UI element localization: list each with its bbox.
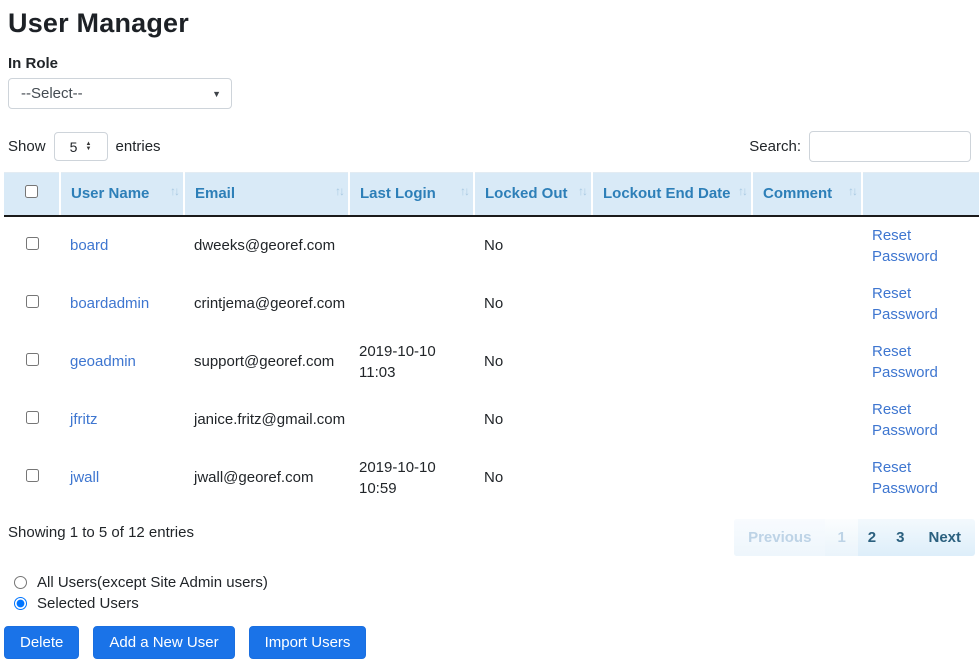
import-users-button[interactable]: Import Users — [249, 626, 367, 659]
email-cell: support@georef.com — [184, 333, 349, 391]
reset-password-link[interactable]: Reset Password — [872, 459, 938, 497]
search-control: Search: — [749, 131, 971, 162]
locked-out-cell: No — [474, 449, 592, 507]
table-header-row: User Name ↑↓ Email ↑↓ Last Login ↑↓ Lock… — [4, 173, 979, 216]
reset-password-link[interactable]: Reset Password — [872, 401, 938, 439]
header-select-all-cell — [4, 173, 60, 216]
sort-icon: ↑↓ — [170, 183, 178, 200]
role-select[interactable]: --Select-- ▼ — [8, 78, 232, 109]
comment-cell — [752, 275, 862, 333]
lockout-end-date-cell — [592, 449, 752, 507]
lockout-end-date-cell — [592, 391, 752, 449]
row-checkbox[interactable] — [26, 237, 39, 250]
delete-button[interactable]: Delete — [4, 626, 79, 659]
page-length-value: 5 — [70, 139, 78, 155]
page-length-select[interactable]: 5 ▲▼ — [54, 132, 108, 161]
reset-password-link[interactable]: Reset Password — [872, 227, 938, 265]
select-all-checkbox[interactable] — [25, 185, 38, 198]
comment-cell — [752, 333, 862, 391]
pagination-page-1[interactable]: 1 — [825, 519, 857, 556]
locked-out-cell: No — [474, 391, 592, 449]
pagination-page-2[interactable]: 2 — [858, 519, 886, 556]
table-toolbar: Show 5 ▲▼ entries Search: — [4, 131, 975, 162]
email-cell: crintjema@georef.com — [184, 275, 349, 333]
length-prefix: Show — [8, 138, 46, 155]
pagination-next[interactable]: Next — [914, 519, 975, 556]
column-header-user-name[interactable]: User Name ↑↓ — [60, 173, 184, 216]
search-input[interactable] — [809, 131, 971, 162]
selected-users-radio[interactable] — [14, 597, 27, 610]
role-select-value: --Select-- — [21, 85, 83, 102]
table-footer: Showing 1 to 5 of 12 entries Previous 1 … — [4, 519, 975, 556]
sort-icon: ↑↓ — [848, 183, 856, 200]
row-checkbox[interactable] — [26, 469, 39, 482]
user-name-link[interactable]: jfritz — [70, 411, 98, 428]
sort-icon: ↑↓ — [578, 183, 586, 200]
sort-icon: ↑↓ — [460, 183, 468, 200]
locked-out-cell: No — [474, 216, 592, 275]
all-users-radio[interactable] — [14, 576, 27, 589]
row-checkbox[interactable] — [26, 295, 39, 308]
lockout-end-date-cell — [592, 275, 752, 333]
sort-icon: ↑↓ — [335, 183, 343, 200]
spinner-icon: ▲▼ — [85, 142, 91, 152]
row-checkbox[interactable] — [26, 353, 39, 366]
length-control: Show 5 ▲▼ entries — [8, 132, 161, 161]
column-header-locked-out[interactable]: Locked Out ↑↓ — [474, 173, 592, 216]
length-suffix: entries — [116, 138, 161, 155]
last-login-cell: 2019-10-10 11:03 — [349, 333, 474, 391]
chevron-down-icon: ▼ — [212, 89, 221, 99]
search-label: Search: — [749, 138, 801, 155]
page-title: User Manager — [8, 8, 975, 39]
locked-out-cell: No — [474, 275, 592, 333]
comment-cell — [752, 216, 862, 275]
locked-out-cell: No — [474, 333, 592, 391]
user-name-link[interactable]: geoadmin — [70, 353, 136, 370]
column-header-actions — [862, 173, 979, 216]
email-cell: jwall@georef.com — [184, 449, 349, 507]
in-role-label: In Role — [8, 55, 975, 72]
reset-password-link[interactable]: Reset Password — [872, 285, 938, 323]
pagination-page-3[interactable]: 3 — [886, 519, 914, 556]
all-users-option[interactable]: All Users(except Site Admin users) — [14, 574, 975, 591]
user-name-link[interactable]: board — [70, 237, 108, 254]
table-row: jwall jwall@georef.com 2019-10-10 10:59 … — [4, 449, 979, 507]
add-new-user-button[interactable]: Add a New User — [93, 626, 234, 659]
user-name-link[interactable]: jwall — [70, 469, 99, 486]
table-row: boardadmin crintjema@georef.com No Reset… — [4, 275, 979, 333]
table-row: geoadmin support@georef.com 2019-10-10 1… — [4, 333, 979, 391]
column-header-lockout-end-date[interactable]: Lockout End Date ↑↓ — [592, 173, 752, 216]
email-cell: dweeks@georef.com — [184, 216, 349, 275]
sort-icon: ↑↓ — [738, 183, 746, 200]
lockout-end-date-cell — [592, 333, 752, 391]
action-buttons: Delete Add a New User Import Users — [4, 626, 975, 659]
email-cell: janice.fritz@gmail.com — [184, 391, 349, 449]
comment-cell — [752, 391, 862, 449]
table-row: board dweeks@georef.com No Reset Passwor… — [4, 216, 979, 275]
table-info: Showing 1 to 5 of 12 entries — [8, 519, 194, 541]
last-login-cell — [349, 275, 474, 333]
table-row: jfritz janice.fritz@gmail.com No Reset P… — [4, 391, 979, 449]
last-login-cell — [349, 391, 474, 449]
lockout-end-date-cell — [592, 216, 752, 275]
comment-cell — [752, 449, 862, 507]
reset-password-link[interactable]: Reset Password — [872, 343, 938, 381]
pagination: Previous 1 2 3 Next — [734, 519, 975, 556]
selected-users-option[interactable]: Selected Users — [14, 595, 975, 612]
user-scope-options: All Users(except Site Admin users) Selec… — [14, 574, 975, 612]
row-checkbox[interactable] — [26, 411, 39, 424]
last-login-cell: 2019-10-10 10:59 — [349, 449, 474, 507]
column-header-email[interactable]: Email ↑↓ — [184, 173, 349, 216]
column-header-last-login[interactable]: Last Login ↑↓ — [349, 173, 474, 216]
column-header-comment[interactable]: Comment ↑↓ — [752, 173, 862, 216]
last-login-cell — [349, 216, 474, 275]
pagination-previous[interactable]: Previous — [734, 519, 825, 556]
user-name-link[interactable]: boardadmin — [70, 295, 149, 312]
users-table: User Name ↑↓ Email ↑↓ Last Login ↑↓ Lock… — [4, 172, 979, 507]
